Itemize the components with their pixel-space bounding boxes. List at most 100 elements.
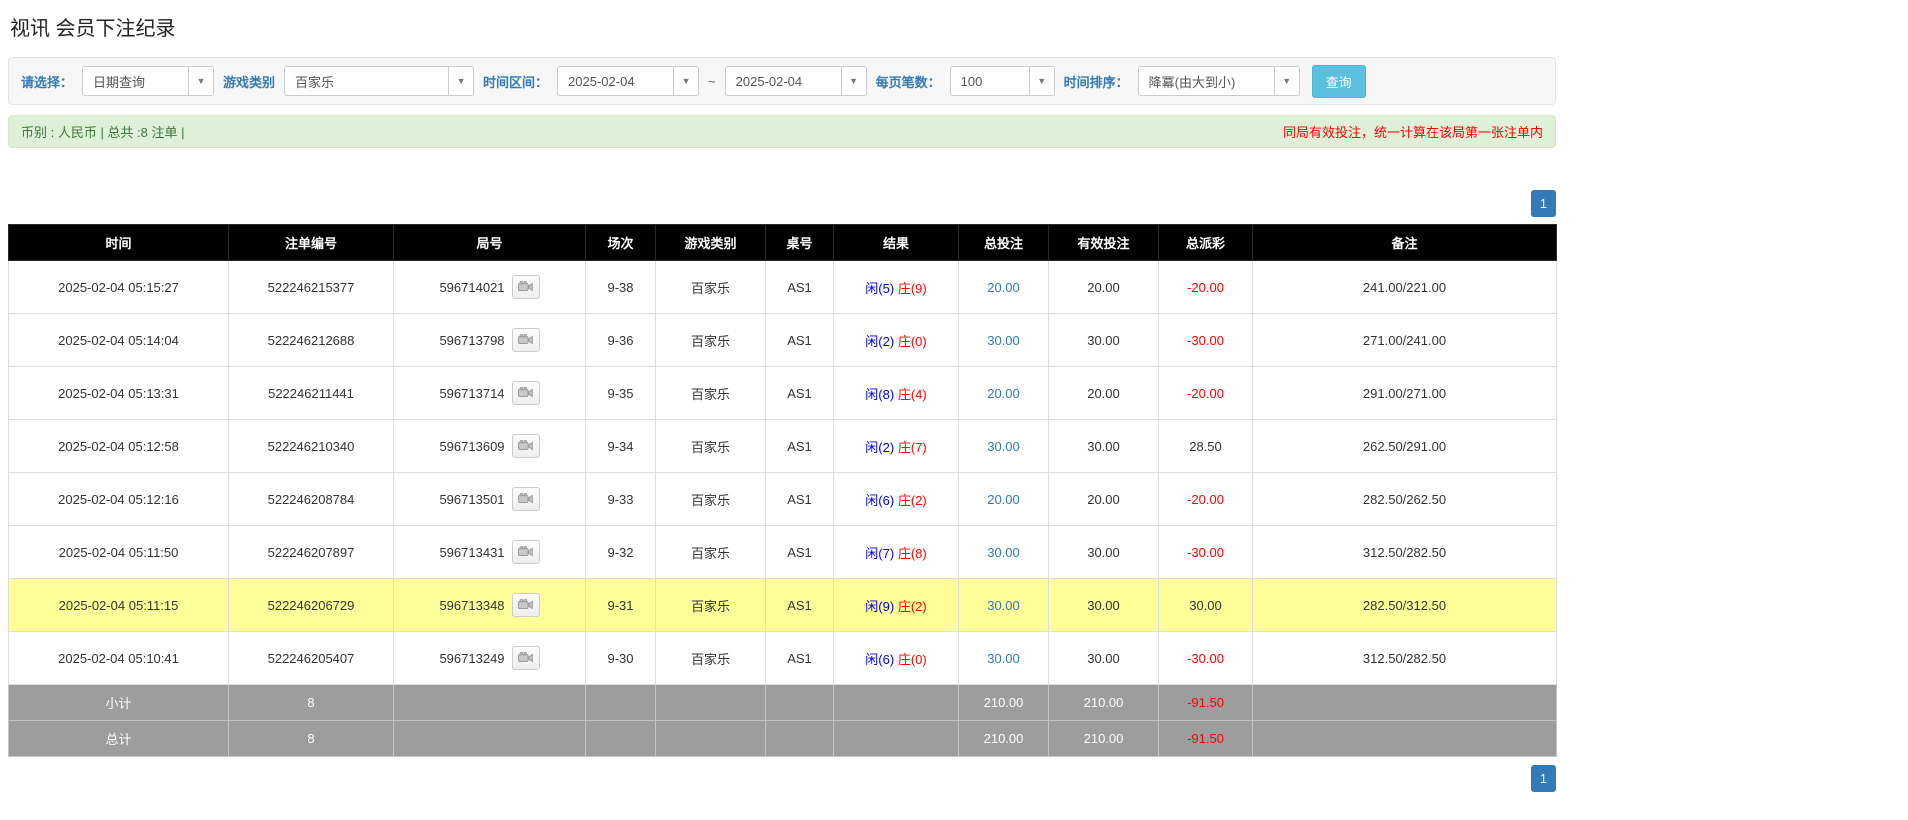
result-player: 闲(6) (865, 652, 894, 667)
cell-payout: 30.00 (1159, 579, 1253, 632)
table-row: 2025-02-04 05:11:50 522246207897 5967134… (9, 526, 1557, 579)
cell-valid-bet: 30.00 (1049, 579, 1159, 632)
total-total-bet: 210.00 (959, 721, 1049, 757)
cell-bet-id: 522246212688 (229, 314, 394, 367)
video-camera-icon (518, 334, 533, 346)
date-to-dropdown[interactable]: 2025-02-04 ▼ (725, 66, 867, 96)
result-player: 闲(8) (865, 387, 894, 402)
cell-table-no: AS1 (766, 473, 834, 526)
bet-records-table: 时间 注单编号 局号 场次 游戏类别 桌号 结果 总投注 有效投注 总派彩 备注… (8, 224, 1557, 757)
result-banker: 庄(9) (898, 281, 927, 296)
cell-total-bet[interactable]: 20.00 (959, 473, 1049, 526)
select-type-dropdown[interactable]: 日期查询 ▼ (82, 66, 214, 96)
cell-valid-bet: 20.00 (1049, 367, 1159, 420)
table-row: 2025-02-04 05:12:58 522246210340 5967136… (9, 420, 1557, 473)
cell-result: 闲(2) 庄(0) (834, 314, 959, 367)
cell-table-no: AS1 (766, 314, 834, 367)
cell-session: 9-35 (586, 367, 656, 420)
video-replay-button[interactable] (512, 593, 540, 617)
filter-bar: 请选择： 日期查询 ▼ 游戏类别 百家乐 ▼ 时间区间： 2025-02-04 … (8, 57, 1556, 105)
time-range-label: 时间区间： (483, 72, 548, 91)
cell-session: 9-38 (586, 261, 656, 314)
cell-valid-bet: 30.00 (1049, 420, 1159, 473)
cell-session: 9-33 (586, 473, 656, 526)
page-container: 视讯 会员下注纪录 请选择： 日期查询 ▼ 游戏类别 百家乐 ▼ 时间区间： 2… (0, 0, 1564, 800)
per-page-dropdown[interactable]: 100 ▼ (950, 66, 1055, 96)
col-header-session: 场次 (586, 225, 656, 261)
cell-game-type: 百家乐 (656, 420, 766, 473)
cell-note: 241.00/221.00 (1253, 261, 1557, 314)
subtotal-row: 小计 8 210.00 210.00 -91.50 (9, 685, 1557, 721)
game-type-value: 百家乐 (285, 67, 448, 95)
chevron-down-icon[interactable]: ▼ (673, 67, 698, 95)
round-id-text: 596713798 (439, 333, 504, 348)
round-id-text: 596713501 (439, 492, 504, 507)
result-banker: 庄(2) (898, 599, 927, 614)
chevron-down-icon[interactable]: ▼ (841, 67, 866, 95)
cell-session: 9-36 (586, 314, 656, 367)
cell-total-bet[interactable]: 20.00 (959, 367, 1049, 420)
game-type-dropdown[interactable]: 百家乐 ▼ (284, 66, 474, 96)
cell-total-bet[interactable]: 30.00 (959, 314, 1049, 367)
cell-time: 2025-02-04 05:12:16 (9, 473, 229, 526)
cell-total-bet[interactable]: 20.00 (959, 261, 1049, 314)
round-id-text: 596713348 (439, 598, 504, 613)
cell-total-bet[interactable]: 30.00 (959, 526, 1049, 579)
cell-table-no: AS1 (766, 632, 834, 685)
video-replay-button[interactable] (512, 540, 540, 564)
cell-round-id: 596713609 (394, 420, 586, 473)
currency-total-text: 币别 : 人民币 | 总共 :8 注单 | (21, 122, 185, 141)
result-banker: 庄(0) (898, 652, 927, 667)
chevron-down-icon[interactable]: ▼ (1029, 67, 1054, 95)
cell-total-bet[interactable]: 30.00 (959, 420, 1049, 473)
subtotal-valid-bet: 210.00 (1049, 685, 1159, 721)
video-replay-button[interactable] (512, 381, 540, 405)
col-header-table-no: 桌号 (766, 225, 834, 261)
video-replay-button[interactable] (512, 328, 540, 352)
total-valid-bet: 210.00 (1049, 721, 1159, 757)
cell-valid-bet: 20.00 (1049, 473, 1159, 526)
result-player: 闲(7) (865, 546, 894, 561)
cell-total-bet[interactable]: 30.00 (959, 579, 1049, 632)
video-replay-button[interactable] (512, 487, 540, 511)
result-banker: 庄(8) (898, 546, 927, 561)
table-row: 2025-02-04 05:12:16 522246208784 5967135… (9, 473, 1557, 526)
video-replay-button[interactable] (512, 646, 540, 670)
page-button-1[interactable]: 1 (1531, 765, 1556, 792)
page-button-1[interactable]: 1 (1531, 190, 1556, 217)
date-to-value: 2025-02-04 (726, 67, 841, 95)
chevron-down-icon[interactable]: ▼ (188, 67, 213, 95)
cell-payout: -20.00 (1159, 473, 1253, 526)
cell-result: 闲(6) 庄(0) (834, 632, 959, 685)
table-row: 2025-02-04 05:13:31 522246211441 5967137… (9, 367, 1557, 420)
total-payout: -91.50 (1159, 721, 1253, 757)
col-header-payout: 总派彩 (1159, 225, 1253, 261)
cell-round-id: 596713798 (394, 314, 586, 367)
result-player: 闲(6) (865, 493, 894, 508)
video-camera-icon (518, 652, 533, 664)
date-from-dropdown[interactable]: 2025-02-04 ▼ (557, 66, 699, 96)
chevron-down-icon[interactable]: ▼ (1274, 67, 1299, 95)
cell-valid-bet: 20.00 (1049, 261, 1159, 314)
time-sort-value: 降冪(由大到小) (1139, 67, 1274, 95)
cell-bet-id: 522246206729 (229, 579, 394, 632)
cell-note: 291.00/271.00 (1253, 367, 1557, 420)
cell-time: 2025-02-04 05:11:50 (9, 526, 229, 579)
search-button[interactable]: 查询 (1312, 65, 1366, 98)
cell-total-bet[interactable]: 30.00 (959, 632, 1049, 685)
pagination-top: 1 (8, 190, 1556, 217)
time-sort-dropdown[interactable]: 降冪(由大到小) ▼ (1138, 66, 1300, 96)
cell-result: 闲(9) 庄(2) (834, 579, 959, 632)
video-camera-icon (518, 599, 533, 611)
cell-result: 闲(7) 庄(8) (834, 526, 959, 579)
chevron-down-icon[interactable]: ▼ (448, 67, 473, 95)
result-player: 闲(2) (865, 334, 894, 349)
video-replay-button[interactable] (512, 275, 540, 299)
total-count: 8 (229, 721, 394, 757)
cell-note: 262.50/291.00 (1253, 420, 1557, 473)
cell-session: 9-32 (586, 526, 656, 579)
video-replay-button[interactable] (512, 434, 540, 458)
pagination-bottom: 1 (8, 765, 1556, 792)
col-header-round-id: 局号 (394, 225, 586, 261)
col-header-result: 结果 (834, 225, 959, 261)
